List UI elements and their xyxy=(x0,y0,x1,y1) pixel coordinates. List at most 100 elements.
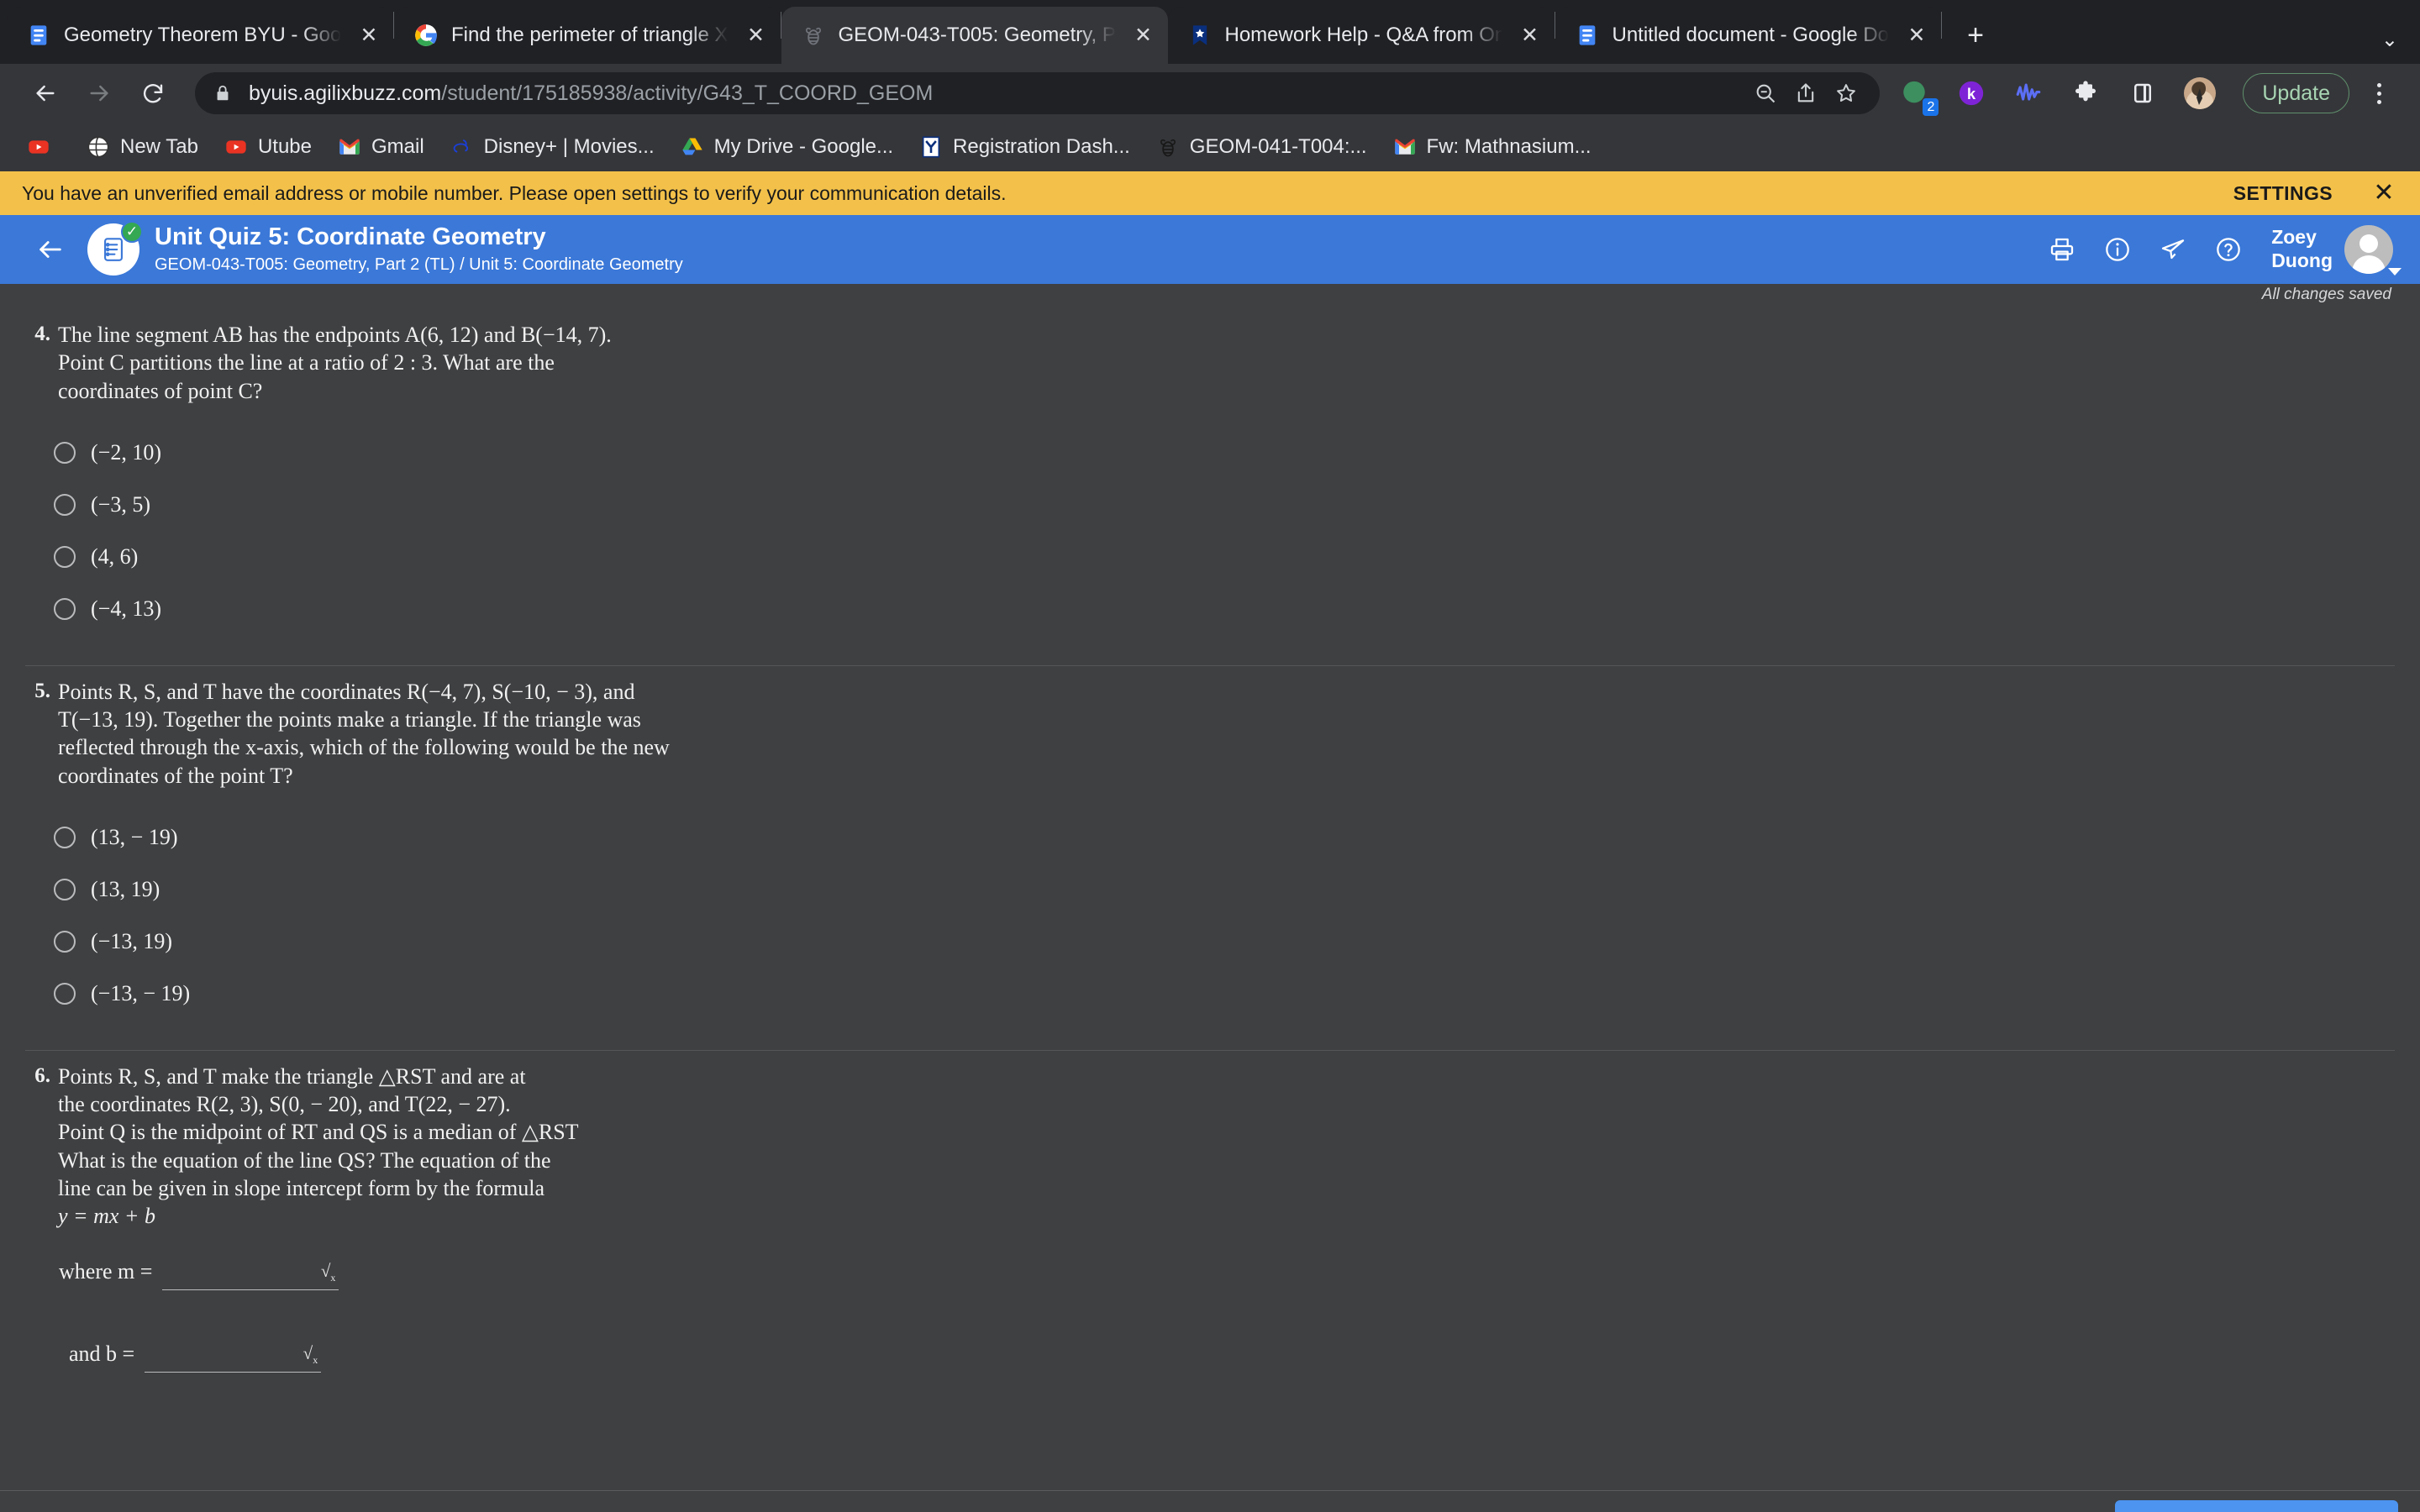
back-arrow-icon[interactable] xyxy=(22,70,69,117)
browser-tab-1[interactable]: Geometry Theorem BYU - Goog ✕ xyxy=(7,7,393,64)
breadcrumb: GEOM-043-T005: Geometry, Part 2 (TL) / U… xyxy=(155,255,683,275)
tab-close-icon[interactable]: ✕ xyxy=(1901,19,1933,51)
avatar[interactable] xyxy=(2344,225,2402,276)
answer-option[interactable]: (13, − 19) xyxy=(24,811,2395,864)
bookmark-fw-mathnasium[interactable]: Fw: Mathnasium... xyxy=(1381,129,1602,165)
tab-close-icon[interactable]: ✕ xyxy=(1128,19,1160,51)
radio-button[interactable] xyxy=(54,545,76,568)
address-bar[interactable]: byuis.agilixbuzz.com/student/175185938/a… xyxy=(195,72,1881,114)
grammarly-extension-icon[interactable]: 2 xyxy=(1891,71,1939,116)
radio-button[interactable] xyxy=(54,826,76,848)
update-button[interactable]: Update xyxy=(2243,73,2349,113)
chevron-down-icon[interactable]: ⌄ xyxy=(2381,28,2398,52)
slope-field-label: where m = xyxy=(59,1259,153,1284)
question-line: the coordinates R(2, 3), S(0, − 20), and… xyxy=(58,1092,511,1117)
bookmarks-bar: New Tab Utube Gmail Disney+ | Movies... … xyxy=(0,123,2420,171)
answer-option[interactable]: (−13, 19) xyxy=(24,916,2395,968)
tab-close-icon[interactable]: ✕ xyxy=(353,19,385,51)
option-label: (−4, 13) xyxy=(91,596,161,621)
answer-option[interactable]: (−13, − 19) xyxy=(24,968,2395,1020)
bookmark-label: New Tab xyxy=(120,135,198,158)
youtube-icon xyxy=(26,134,51,160)
answer-option[interactable]: (4, 6) xyxy=(24,531,2395,583)
bookmark-geom-041[interactable]: GEOM-041-T004:... xyxy=(1144,129,1378,165)
help-icon[interactable] xyxy=(2204,225,2253,274)
question-line: Point Q is the midpoint of RT and QS is … xyxy=(58,1120,579,1145)
option-label: (−13, 19) xyxy=(91,928,172,953)
three-dot-menu-icon[interactable] xyxy=(2360,72,2398,114)
kami-extension-icon[interactable]: k xyxy=(1949,71,1994,116)
tab-title: Untitled document - Google Do xyxy=(1612,24,1890,46)
docs-icon xyxy=(1574,22,1601,49)
disney-icon xyxy=(450,134,475,160)
option-label: (13, − 19) xyxy=(91,824,178,849)
user-last-name: Duong xyxy=(2271,249,2333,271)
question-line: coordinates of the point T? xyxy=(58,763,293,788)
answer-option[interactable]: (−2, 10) xyxy=(24,427,2395,479)
info-icon[interactable] xyxy=(2093,225,2142,274)
radio-button[interactable] xyxy=(54,982,76,1005)
answer-option[interactable]: (13, 19) xyxy=(24,864,2395,916)
share-icon[interactable] xyxy=(1786,73,1826,113)
profile-avatar[interactable] xyxy=(2177,71,2223,116)
wave-extension-icon[interactable] xyxy=(2006,71,2051,116)
send-icon[interactable] xyxy=(2149,225,2197,274)
quiz-content: 4. The line segment AB has the endpoints… xyxy=(0,309,2420,1490)
question-6: 6. Points R, S, and T make the triangle … xyxy=(0,1051,2420,1404)
tab-close-icon[interactable]: ✕ xyxy=(740,19,772,51)
caret-down-icon[interactable] xyxy=(2388,268,2402,276)
settings-button[interactable]: SETTINGS xyxy=(2233,182,2333,205)
bookmark-registration-dash[interactable]: Registration Dash... xyxy=(908,129,1141,165)
forward-arrow-icon[interactable] xyxy=(76,70,123,117)
question-line: y = mx + b xyxy=(58,1204,155,1229)
radio-button[interactable] xyxy=(54,597,76,620)
reload-icon[interactable] xyxy=(129,70,176,117)
browser-tab-2[interactable]: Find the perimeter of triangle X ✕ xyxy=(394,7,781,64)
tab-close-icon[interactable]: ✕ xyxy=(1514,19,1546,51)
close-icon[interactable]: ✕ xyxy=(2370,181,2398,206)
question-line: coordinates of point C? xyxy=(58,378,263,403)
radio-button[interactable] xyxy=(54,878,76,900)
browser-tab-5[interactable]: Untitled document - Google Do ✕ xyxy=(1555,7,1942,64)
submit-all-answers-button[interactable]: SUBMIT ALL ANSWERS xyxy=(2114,1499,2398,1512)
answer-option[interactable]: (−3, 5) xyxy=(24,479,2395,531)
bookmark-youtube-0[interactable] xyxy=(15,129,71,165)
question-line: What is the equation of the line QS? The… xyxy=(58,1147,551,1173)
notice-text: You have an unverified email address or … xyxy=(22,181,1007,204)
back-arrow-icon[interactable] xyxy=(27,226,74,273)
option-label: (13, 19) xyxy=(91,876,160,901)
question-text: Points R, S, and T have the coordinates … xyxy=(50,678,670,790)
bookmark-utube[interactable]: Utube xyxy=(213,129,323,165)
verification-notice-bar: You have an unverified email address or … xyxy=(0,171,2420,215)
bookmark-disney[interactable]: Disney+ | Movies... xyxy=(439,129,666,165)
bookmark-label: Disney+ | Movies... xyxy=(483,135,655,158)
browser-tab-4[interactable]: Homework Help - Q&A from On ✕ xyxy=(1167,7,1555,64)
browser-tab-3-active[interactable]: GEOM-043-T005: Geometry, P ✕ xyxy=(781,7,1168,64)
intercept-input[interactable]: √x xyxy=(145,1337,322,1373)
new-tab-button[interactable]: + xyxy=(1954,13,1997,57)
bookmark-gmail[interactable]: Gmail xyxy=(326,129,435,165)
bookmark-new-tab[interactable]: New Tab xyxy=(75,129,209,165)
user-name[interactable]: Zoey Duong xyxy=(2271,226,2333,272)
puzzle-extensions-icon[interactable] xyxy=(2063,71,2108,116)
tab-title: Find the perimeter of triangle X xyxy=(451,24,729,46)
buzz-bee-icon xyxy=(1155,134,1181,160)
answer-option[interactable]: (−4, 13) xyxy=(24,583,2395,635)
coursehero-icon xyxy=(1186,22,1213,49)
radio-button[interactable] xyxy=(54,930,76,953)
radio-button[interactable] xyxy=(54,493,76,516)
save-status-text: All changes saved xyxy=(2261,286,2391,303)
header-titles: Unit Quiz 5: Coordinate Geometry GEOM-04… xyxy=(155,223,2031,276)
zoom-out-icon[interactable] xyxy=(1745,73,1786,113)
option-label: (−3, 5) xyxy=(91,491,150,517)
print-icon[interactable] xyxy=(2038,225,2086,274)
slope-input[interactable]: √x xyxy=(162,1255,339,1291)
save-and-exit-button[interactable]: SAVE & EXIT xyxy=(1934,1504,2101,1512)
bookmark-my-drive[interactable]: My Drive - Google... xyxy=(669,129,904,165)
google-drive-icon xyxy=(680,134,705,160)
bookmark-star-icon[interactable] xyxy=(1826,73,1866,113)
square-root-x-icon[interactable]: √x xyxy=(303,1344,318,1365)
square-root-x-icon[interactable]: √x xyxy=(321,1262,336,1283)
radio-button[interactable] xyxy=(54,441,76,464)
sidepanel-icon[interactable] xyxy=(2120,71,2165,116)
